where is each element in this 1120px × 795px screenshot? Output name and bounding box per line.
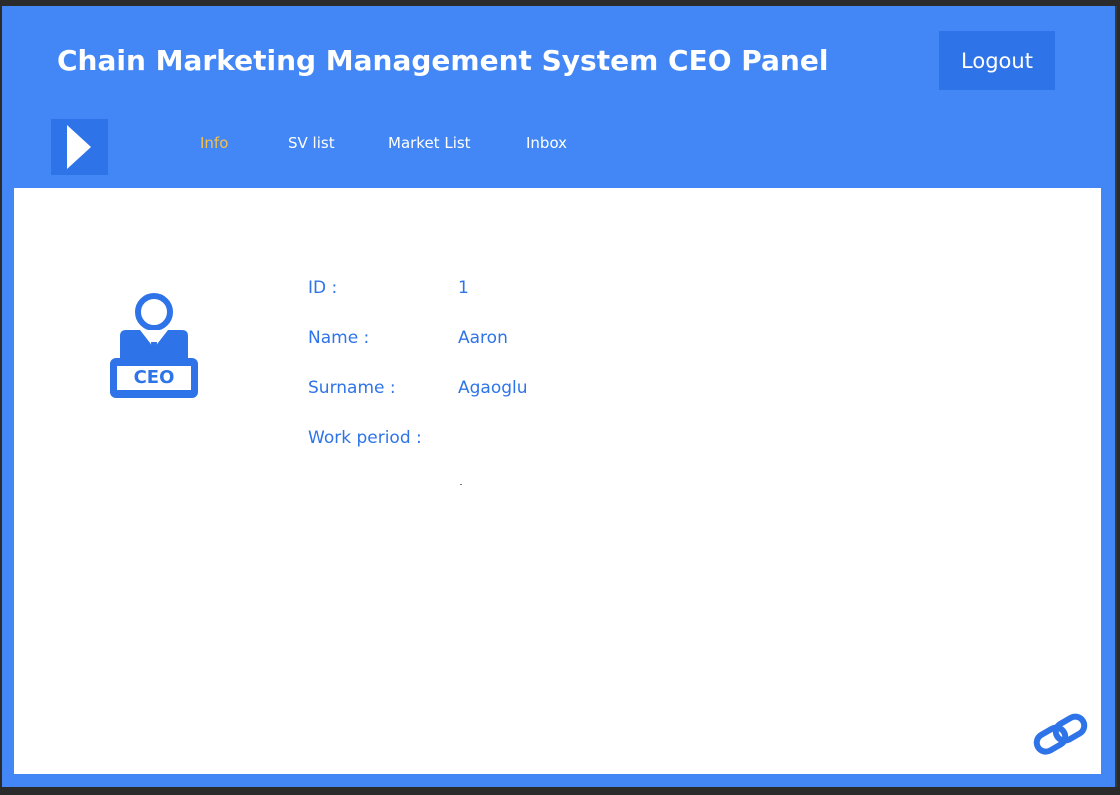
nav-item-inbox[interactable]: Inbox: [526, 134, 567, 152]
surname-label: Surname :: [308, 378, 396, 398]
name-label: Name :: [308, 328, 370, 348]
work-period-label: Work period :: [308, 428, 422, 448]
logout-button[interactable]: Logout: [939, 31, 1055, 90]
app-frame: Chain Marketing Management System CEO Pa…: [2, 6, 1117, 787]
app-window: Chain Marketing Management System CEO Pa…: [0, 0, 1120, 795]
nav-item-sv-list[interactable]: SV list: [288, 134, 335, 152]
content-panel: CEO ID : 1 Name : Aaron Surname : Agaogl…: [14, 188, 1101, 774]
nav-item-market-list[interactable]: Market List: [388, 134, 471, 152]
chain-link-icon[interactable]: [1031, 712, 1091, 758]
divider-dot: [460, 484, 462, 485]
name-value: Aaron: [458, 328, 508, 348]
id-label: ID :: [308, 278, 338, 298]
menu-toggle-button[interactable]: [51, 119, 108, 175]
play-arrow-icon: [67, 125, 91, 169]
page-title: Chain Marketing Management System CEO Pa…: [57, 44, 829, 77]
ceo-badge-text: CEO: [133, 367, 175, 388]
surname-value: Agaoglu: [458, 378, 528, 398]
ceo-avatar-icon: CEO: [110, 290, 200, 404]
nav-item-info[interactable]: Info: [200, 134, 228, 152]
id-value: 1: [458, 278, 469, 298]
